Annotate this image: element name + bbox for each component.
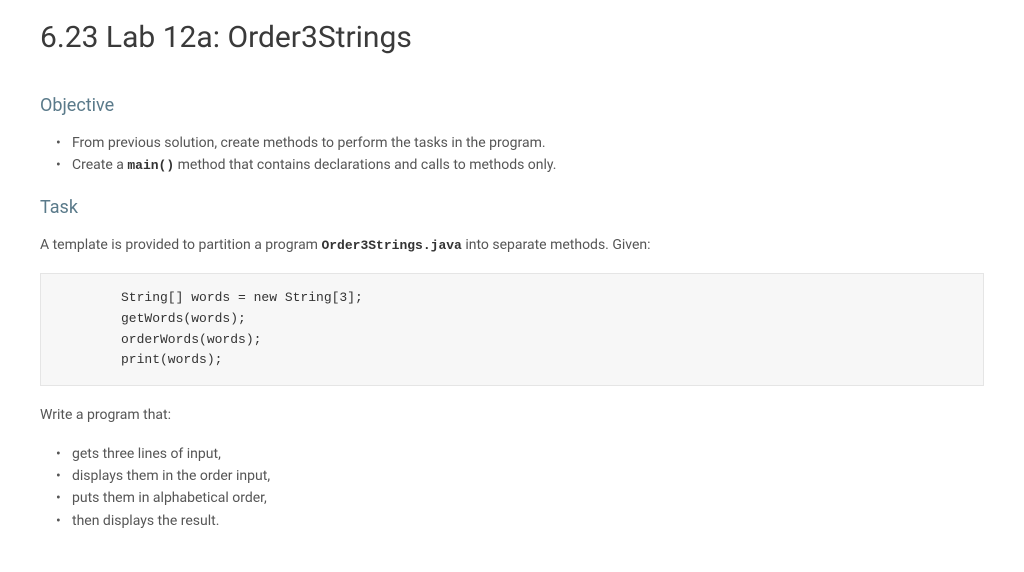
inline-code: main() xyxy=(127,158,174,173)
code-block: String[] words = new String[3]; getWords… xyxy=(40,273,984,386)
list-item-text: displays them in the order input, xyxy=(72,468,270,484)
list-item: gets three lines of input, xyxy=(72,443,984,465)
inline-code: Order3Strings.java xyxy=(321,238,461,253)
list-item: puts them in alphabetical order, xyxy=(72,487,984,509)
list-item-text: puts them in alphabetical order, xyxy=(72,490,267,506)
list-item: From previous solution, create methods t… xyxy=(72,132,984,154)
list-item-suffix: method that contains declarations and ca… xyxy=(174,157,556,173)
page-title: 6.23 Lab 12a: Order3Strings xyxy=(40,20,984,55)
task-list: gets three lines of input, displays them… xyxy=(40,443,984,533)
list-item-text: then displays the result. xyxy=(72,513,219,529)
list-item: displays them in the order input, xyxy=(72,465,984,487)
task-intro-suffix: into separate methods. Given: xyxy=(462,237,651,253)
task-heading: Task xyxy=(40,197,984,218)
task-intro: A template is provided to partition a pr… xyxy=(40,234,984,257)
objective-heading: Objective xyxy=(40,95,984,116)
list-item-text: gets three lines of input, xyxy=(72,446,221,462)
list-item: then displays the result. xyxy=(72,510,984,532)
task-intro-prefix: A template is provided to partition a pr… xyxy=(40,237,321,253)
list-item-prefix: Create a xyxy=(72,157,127,173)
list-item: Create a main() method that contains dec… xyxy=(72,154,984,177)
objective-list: From previous solution, create methods t… xyxy=(40,132,984,177)
write-intro: Write a program that: xyxy=(40,404,984,426)
list-item-text: From previous solution, create methods t… xyxy=(72,135,546,151)
